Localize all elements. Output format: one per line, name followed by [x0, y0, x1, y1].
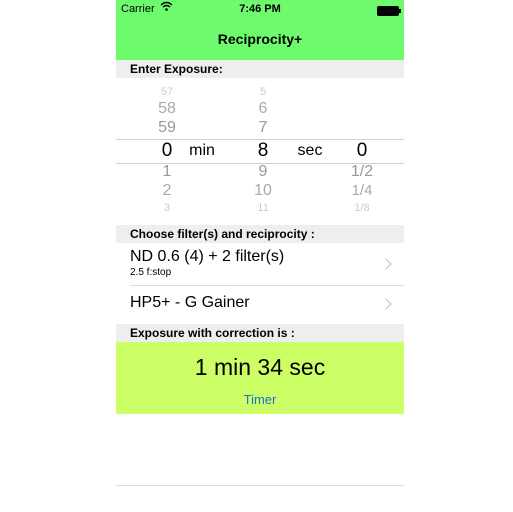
- status-time: 7:46 PM: [239, 3, 281, 15]
- filter-cell-subtitle: 2.5 f:stop: [130, 267, 172, 278]
- picker-second-option[interactable]: 7: [248, 118, 278, 138]
- picker-fraction-option[interactable]: 1/2: [342, 162, 382, 182]
- filter-cell-title: ND 0.6 (4) + 2 filter(s): [130, 248, 285, 265]
- timer-button[interactable]: Timer: [116, 392, 404, 407]
- picker-minute-selected[interactable]: 0: [152, 141, 182, 161]
- picker-second-option[interactable]: 11: [248, 198, 278, 218]
- section-header-enter-exposure: Enter Exposure:: [116, 60, 404, 78]
- section-header-exposure-correction: Exposure with correction is :: [116, 324, 404, 342]
- battery-icon: [377, 6, 401, 16]
- status-bar: Carrier 7:46 PM: [116, 0, 404, 20]
- bottom-divider: [116, 485, 404, 486]
- picker-selection-bottom-line: [116, 163, 404, 164]
- picker-minute-option[interactable]: 58: [152, 99, 182, 119]
- picker-second-option[interactable]: 6: [248, 99, 278, 119]
- exposure-picker[interactable]: 57 58 59 0 min 1 2 3 5 6 7 8 sec 9 10 11…: [116, 80, 404, 225]
- chevron-right-icon: [380, 258, 392, 270]
- corrected-exposure-panel: 1 min 34 sec Timer: [116, 342, 404, 414]
- corrected-exposure-value: 1 min 34 sec: [194, 354, 326, 380]
- page-title: Reciprocity+: [217, 31, 303, 47]
- picker-minute-option[interactable]: 3: [152, 198, 182, 218]
- filter-cell[interactable]: ND 0.6 (4) + 2 filter(s) 2.5 f:stop: [116, 243, 404, 285]
- picker-fraction-selected[interactable]: 0: [342, 141, 382, 161]
- picker-selection-top-line: [116, 139, 404, 140]
- picker-second-selected[interactable]: 8: [248, 141, 278, 161]
- chevron-right-icon: [380, 298, 392, 310]
- picker-minute-option[interactable]: 1: [152, 162, 182, 182]
- picker-minute-option[interactable]: 59: [152, 118, 182, 138]
- film-cell[interactable]: HP5+ - G Gainer: [116, 286, 404, 324]
- picker-fraction-option[interactable]: 1/8: [342, 198, 382, 218]
- picker-sec-label: sec: [297, 142, 323, 159]
- picker-second-option[interactable]: 9: [248, 162, 278, 182]
- phone-screen: Carrier 7:46 PM Reciprocity+ Enter Expos…: [116, 0, 404, 512]
- film-cell-title: HP5+ - G Gainer: [130, 294, 250, 311]
- picker-min-label: min: [189, 142, 215, 159]
- navigation-bar: Reciprocity+: [116, 20, 404, 60]
- section-header-choose-filters: Choose filter(s) and reciprocity :: [116, 225, 404, 243]
